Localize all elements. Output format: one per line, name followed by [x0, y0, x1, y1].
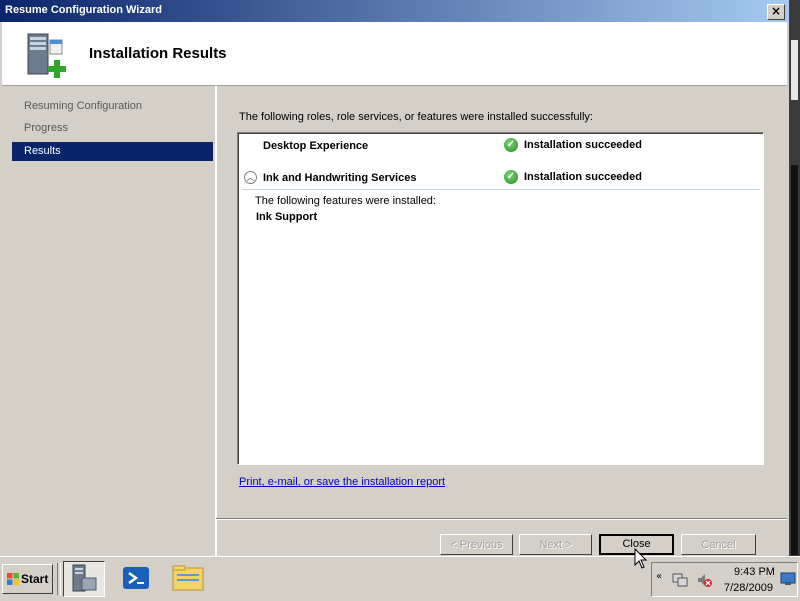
taskbar-separator	[57, 563, 61, 595]
clock-time[interactable]: 9:43 PM	[734, 566, 775, 578]
intro-text: The following roles, role services, or f…	[239, 111, 593, 123]
desktop-background	[789, 0, 800, 556]
clock-date[interactable]: 7/28/2009	[724, 582, 773, 594]
detail-item: Ink Support	[256, 211, 318, 223]
window-title: Resume Configuration Wizard	[5, 4, 162, 16]
collapse-chevron-icon[interactable]: ︿	[244, 171, 257, 184]
status-text: Installation succeeded	[524, 139, 642, 151]
powershell-button[interactable]	[116, 561, 158, 597]
result-row: Desktop Experience ✓ Installation succeed…	[242, 135, 760, 157]
status-text: Installation succeeded	[524, 171, 642, 183]
windows-logo-icon	[7, 573, 19, 585]
server-manager-button[interactable]	[63, 561, 105, 597]
start-label: Start	[21, 572, 49, 586]
divider	[216, 518, 787, 520]
cancel-button[interactable]: Cancel	[681, 534, 756, 555]
title-bar[interactable]: Resume Configuration Wizard ×	[0, 0, 789, 22]
previous-button[interactable]: < Previous	[440, 534, 513, 555]
detail-heading: The following features were installed:	[255, 195, 436, 207]
sidebar-item-progress[interactable]: Progress	[12, 119, 213, 138]
explorer-icon	[172, 565, 204, 591]
result-row: ︿ Ink and Handwriting Services ✓ Installa…	[242, 167, 760, 190]
results-list: Desktop Experience ✓ Installation succeed…	[237, 132, 764, 465]
page-title: Installation Results	[89, 45, 227, 62]
role-name: Ink and Handwriting Services	[263, 172, 417, 184]
wizard-steps: Resuming Configuration Progress Results	[12, 86, 217, 556]
success-check-icon: ✓	[504, 170, 518, 184]
network-icon[interactable]	[672, 572, 688, 588]
status: ✓ Installation succeeded	[504, 170, 642, 184]
server-manager-icon	[72, 564, 97, 592]
powershell-icon	[123, 567, 149, 589]
success-check-icon: ✓	[504, 138, 518, 152]
taskbar: Start « 9:43 PM 7/28/2009	[0, 556, 800, 601]
sidebar-item-resuming-configuration[interactable]: Resuming Configuration	[12, 97, 213, 116]
tray-expand-icon[interactable]: «	[656, 571, 662, 582]
system-tray: « 9:43 PM 7/28/2009	[651, 562, 798, 597]
next-button[interactable]: Next >	[519, 534, 592, 555]
volume-muted-icon[interactable]	[696, 572, 712, 588]
wizard-window: Resume Configuration Wizard × Installati…	[0, 0, 790, 556]
server-add-icon	[27, 33, 66, 78]
sidebar-item-results[interactable]: Results	[12, 142, 213, 161]
mouse-cursor-icon	[634, 548, 648, 569]
start-button[interactable]: Start	[2, 564, 53, 594]
explorer-button[interactable]	[168, 561, 210, 597]
show-desktop-icon[interactable]	[780, 572, 796, 586]
close-icon[interactable]: ×	[767, 4, 785, 20]
role-name: Desktop Experience	[263, 140, 369, 152]
desktop-window-edge	[791, 40, 798, 100]
status: ✓ Installation succeeded	[504, 138, 642, 152]
report-link[interactable]: Print, e-mail, or save the installation …	[239, 476, 445, 488]
wizard-header: Installation Results	[2, 22, 787, 86]
main-content: The following roles, role services, or f…	[216, 86, 787, 556]
desktop-window-edge	[791, 165, 798, 555]
